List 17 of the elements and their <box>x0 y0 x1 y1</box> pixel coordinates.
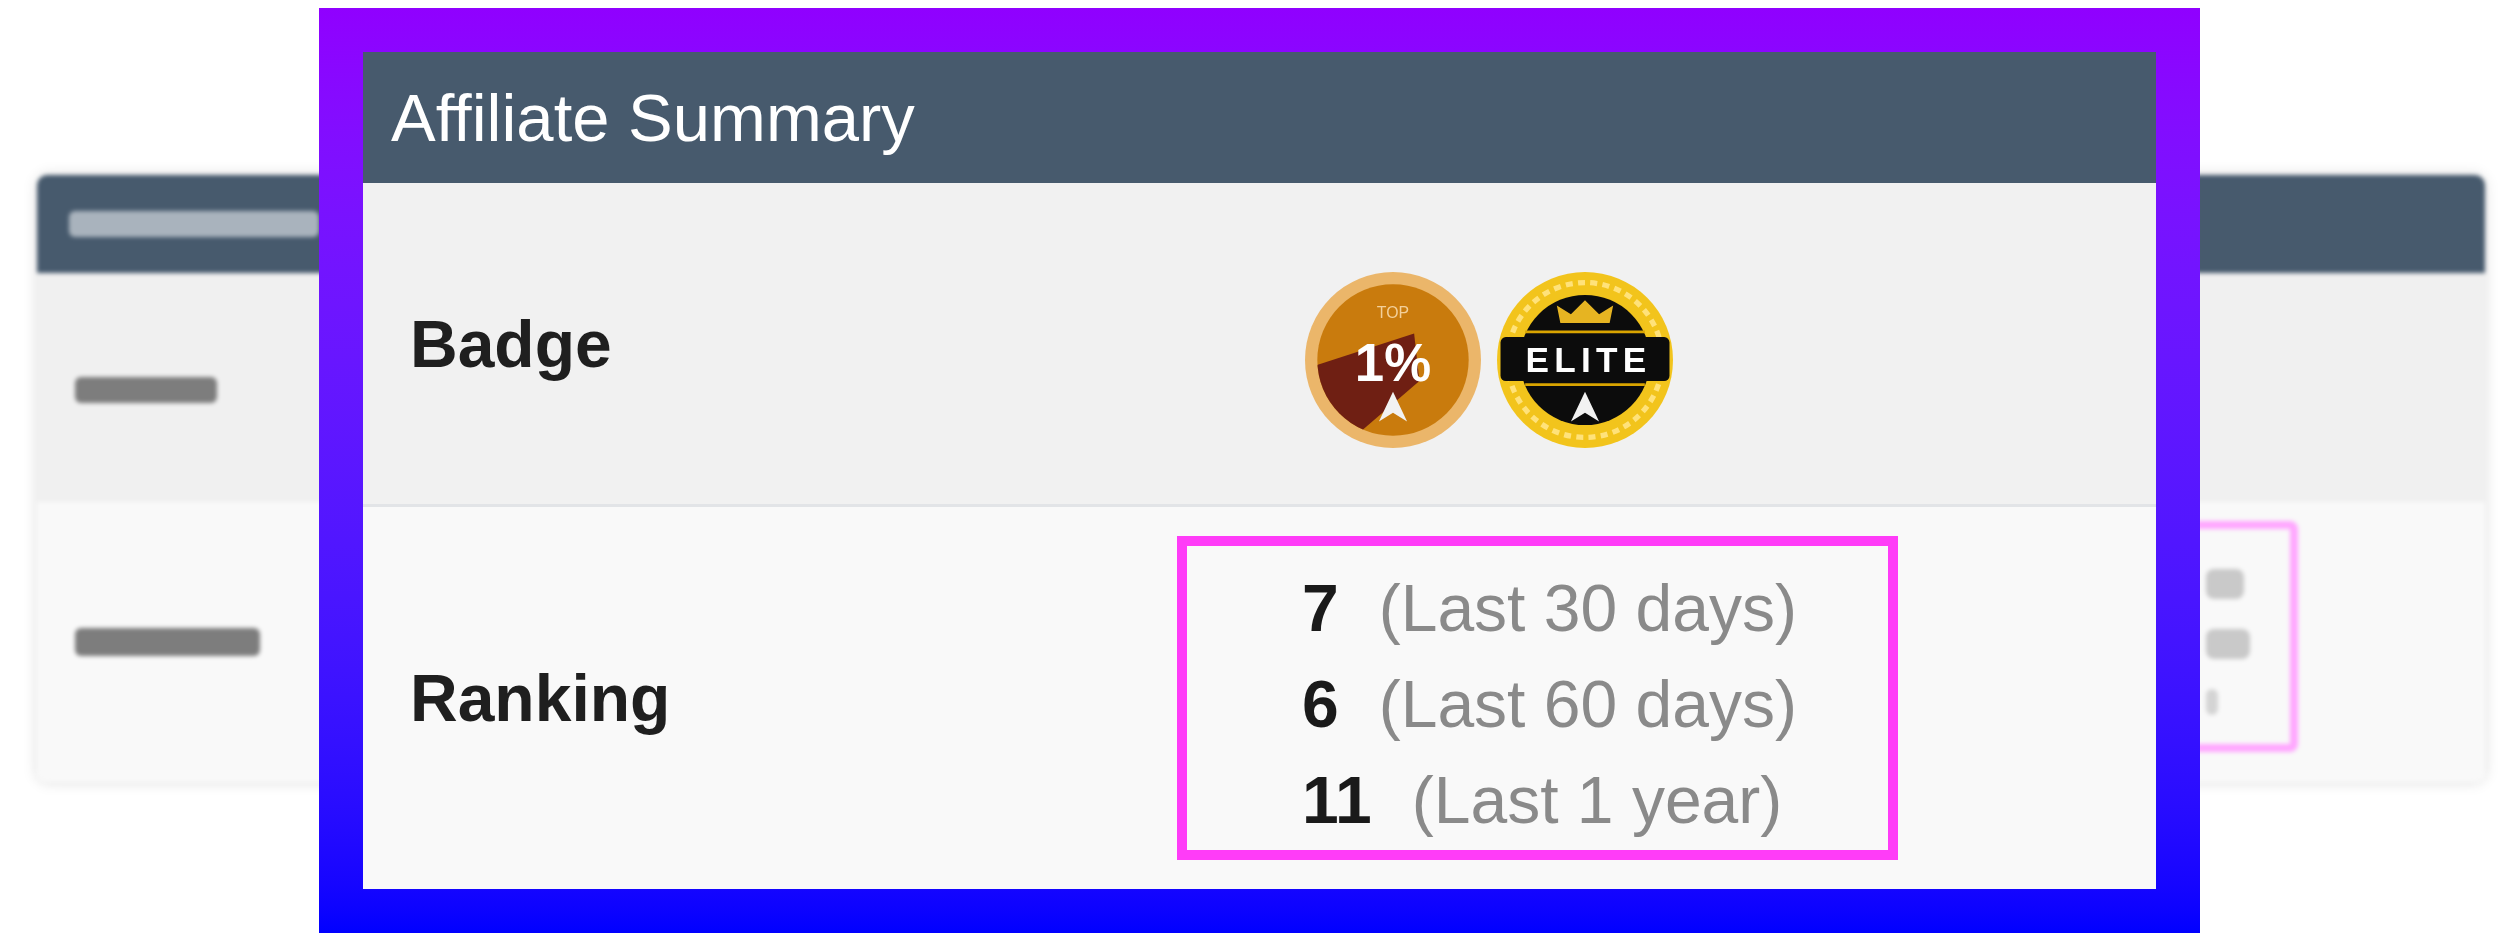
row-label: Badge <box>410 306 612 381</box>
rank-number: 11 <box>1302 762 1372 839</box>
rank-period: (Last 60 days) <box>1378 666 1797 743</box>
peak-logo-icon <box>1378 391 1408 422</box>
crown-icon <box>1556 299 1614 323</box>
rank-number: 7 <box>1302 570 1339 647</box>
medal-value: 1% <box>1354 332 1432 392</box>
rank-number: 6 <box>1302 666 1339 743</box>
blurred-text-bar <box>2206 629 2250 659</box>
medal-caption: TOP <box>1376 303 1410 321</box>
rank-period: (Last 1 year) <box>1411 762 1783 839</box>
peak-logo-icon <box>1570 391 1600 422</box>
medal-label: ELITE <box>1525 339 1652 379</box>
blurred-text-bar <box>2206 689 2218 715</box>
blurred-text-bar <box>2206 569 2244 599</box>
row-label: Ranking <box>410 661 671 735</box>
rank-period: (Last 30 days) <box>1378 570 1797 647</box>
